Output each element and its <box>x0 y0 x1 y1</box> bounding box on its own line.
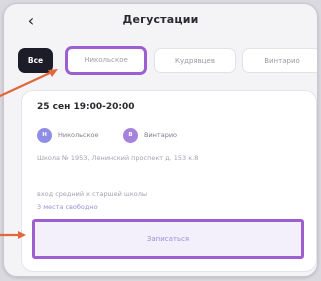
tab-pointer-arrow-icon <box>0 69 58 98</box>
button-pointer-arrow-icon <box>0 231 26 239</box>
screenshot-stage: ‹ Дегустации Все Никольское Кудрявцев Ви… <box>0 0 321 281</box>
annotation-arrows <box>0 69 58 239</box>
